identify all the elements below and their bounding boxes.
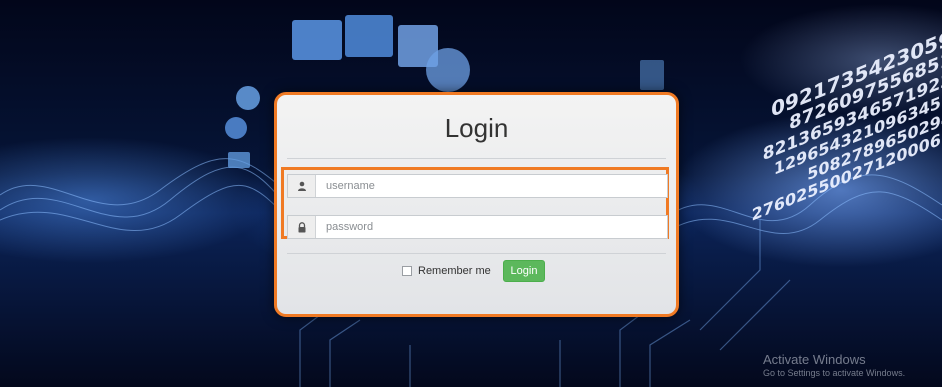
lock-icon	[288, 216, 316, 238]
login-panel: Login Remember me Login	[274, 92, 679, 317]
username-field	[287, 174, 668, 198]
title-divider	[287, 158, 666, 159]
username-input[interactable]	[316, 175, 667, 197]
login-title: Login	[444, 113, 509, 143]
remember-me-checkbox[interactable]	[402, 266, 412, 276]
remember-me-label: Remember me	[418, 265, 491, 277]
activate-windows-watermark: Activate Windows Go to Settings to activ…	[763, 352, 905, 378]
user-icon	[288, 175, 316, 197]
login-button[interactable]: Login	[503, 260, 545, 282]
password-input[interactable]	[316, 216, 667, 238]
watermark-title: Activate Windows	[763, 352, 866, 367]
watermark-subtitle: Go to Settings to activate Windows.	[763, 368, 906, 378]
password-field	[287, 215, 668, 239]
remember-me[interactable]: Remember me	[402, 265, 491, 277]
form-divider	[287, 253, 666, 254]
